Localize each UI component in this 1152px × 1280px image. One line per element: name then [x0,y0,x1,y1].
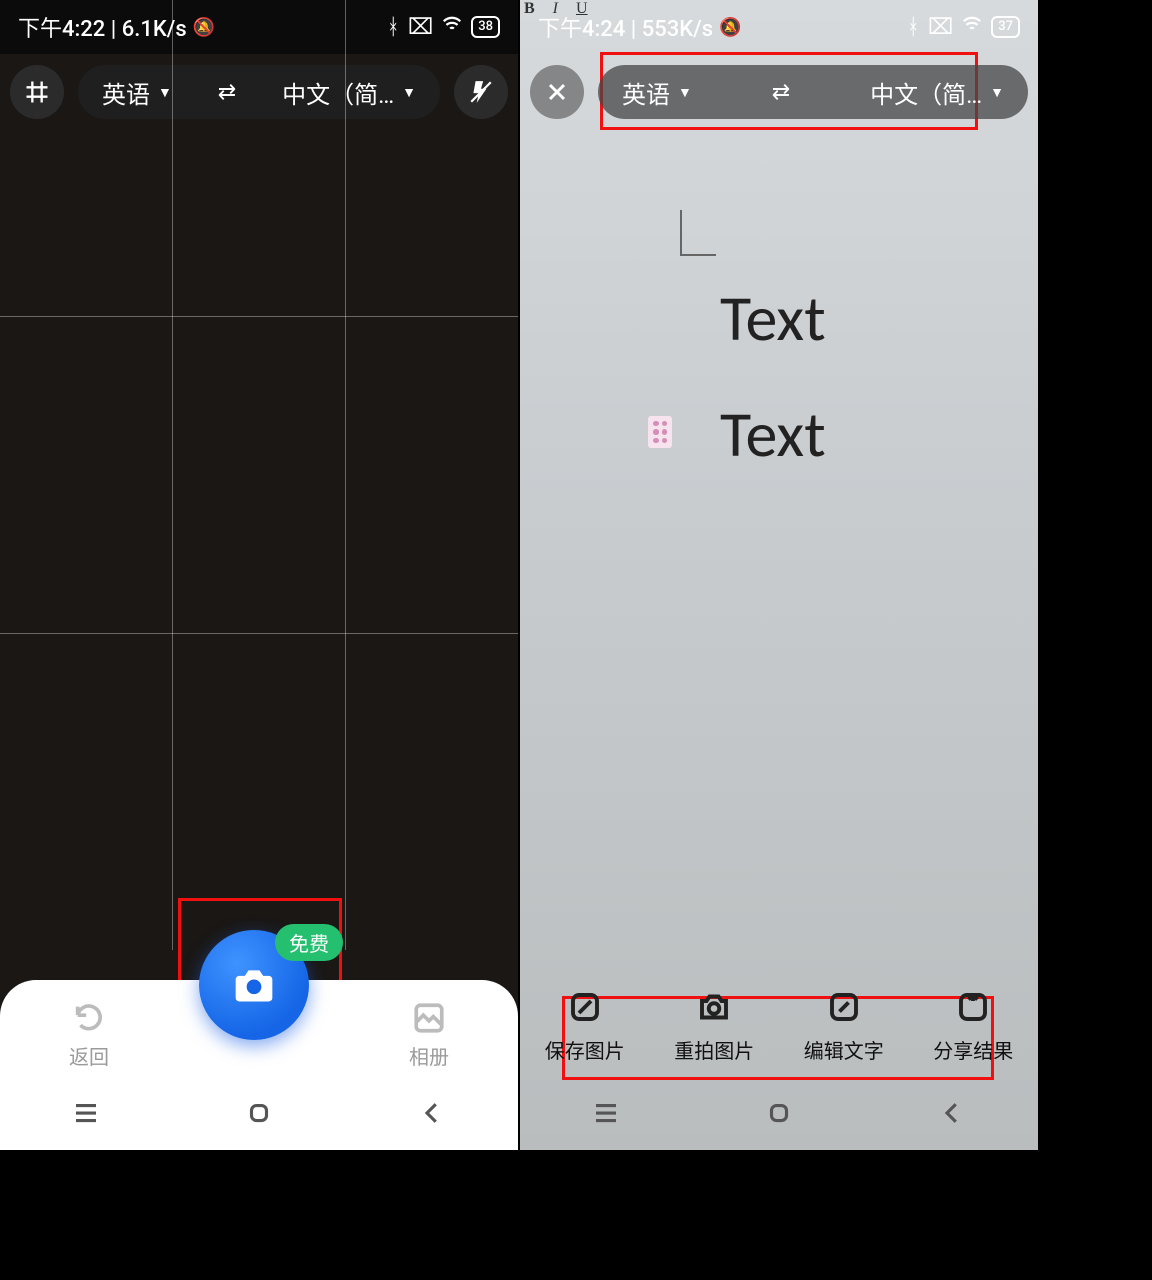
camera-grid-overlay [0,0,518,950]
screenshot-result: BIU 下午4:24 | 553K/s 🔕 ᚼ ⌧ 37 英语 ▼ ⇄ [520,0,1038,1150]
cursor-box [680,210,716,256]
retake-label: 重拍图片 [674,1035,754,1064]
system-navbar [520,1080,1038,1150]
edit-label: 编辑文字 [804,1035,884,1064]
close-button[interactable] [530,65,584,119]
chevron-down-icon: ▼ [678,84,692,101]
status-time: 下午4:22 | 6.1K/s 🔕 [18,11,215,43]
screenshot-camera: 下午4:22 | 6.1K/s 🔕 ᚼ ⌧ 38 英语 ▼ ⇄ 中文（简… ▼ [0,0,518,1150]
status-time: 下午4:24 | 553K/s 🔕 [538,11,741,43]
edit-text-button[interactable]: 编辑文字 [804,987,884,1064]
target-language-label: 中文（简… [870,75,982,110]
status-icons: ᚼ ⌧ 38 [387,13,500,41]
wifi-icon [441,13,463,41]
share-label: 分享结果 [933,1035,1013,1064]
status-bar: 下午4:22 | 6.1K/s 🔕 ᚼ ⌧ 38 [0,0,518,54]
bluetooth-icon: ᚼ [387,15,400,40]
battery-icon: 38 [471,16,500,38]
target-language[interactable]: 中文（简… ▼ [282,75,416,110]
cast-icon: ⌧ [408,15,433,40]
free-badge: 免费 [275,924,343,961]
mute-icon: 🔕 [193,17,215,38]
chevron-down-icon: ▼ [990,84,1004,101]
drag-handle-icon[interactable] [648,416,672,448]
target-language[interactable]: 中文（简… ▼ [870,75,1004,110]
chevron-down-icon: ▼ [158,84,172,101]
status-time-text: 下午4:24 | 553K/s [538,11,713,43]
save-icon [567,989,603,1025]
mute-icon: 🔕 [719,17,741,38]
source-language[interactable]: 英语 ▼ [622,75,692,110]
language-selector[interactable]: 英语 ▼ ⇄ 中文（简… ▼ [78,65,440,119]
swap-languages-button[interactable]: ⇄ [772,80,790,105]
nav-home-button[interactable] [764,1098,794,1132]
back-button[interactable]: 返回 [24,1001,154,1070]
target-language-label: 中文（简… [282,75,394,110]
captured-text-1: Text [720,280,826,358]
nav-recent-button[interactable] [71,1098,101,1132]
camera-icon [232,963,276,1007]
language-selector[interactable]: 英语 ▼ ⇄ 中文（简… ▼ [598,65,1028,119]
status-bar: 下午4:24 | 553K/s 🔕 ᚼ ⌧ 37 [520,0,1038,54]
swap-languages-button[interactable]: ⇄ [218,80,236,105]
save-label: 保存图片 [545,1035,625,1064]
result-actions: 保存图片 重拍图片 编辑文字 分享结果 [520,970,1038,1080]
system-navbar [0,1080,518,1150]
flash-toggle-button[interactable] [454,65,508,119]
status-icons: ᚼ ⌧ 37 [907,13,1020,41]
gallery-button[interactable]: 相册 [364,1001,494,1070]
nav-back-button[interactable] [417,1098,447,1132]
wifi-icon [961,13,983,41]
edit-icon [826,989,862,1025]
nav-back-button[interactable] [937,1098,967,1132]
status-time-text: 下午4:22 | 6.1K/s [18,11,187,43]
nav-recent-button[interactable] [591,1098,621,1132]
nav-home-button[interactable] [244,1098,274,1132]
share-icon [955,989,991,1025]
source-language-label: 英语 [102,75,150,110]
source-language[interactable]: 英语 ▼ [102,75,172,110]
camera-icon [696,989,732,1025]
captured-text-2: Text [720,396,826,474]
shutter-area: 免费 [199,930,319,1050]
save-image-button[interactable]: 保存图片 [545,987,625,1064]
retake-image-button[interactable]: 重拍图片 [674,987,754,1064]
battery-icon: 37 [991,16,1020,38]
source-language-label: 英语 [622,75,670,110]
result-top-bar: 英语 ▼ ⇄ 中文（简… ▼ [520,62,1038,122]
cast-icon: ⌧ [928,15,953,40]
gallery-label: 相册 [409,1041,449,1070]
back-label: 返回 [69,1041,109,1070]
chevron-down-icon: ▼ [402,84,416,101]
share-result-button[interactable]: 分享结果 [933,987,1013,1064]
grid-toggle-button[interactable] [10,65,64,119]
bluetooth-icon: ᚼ [907,15,920,40]
camera-top-bar: 英语 ▼ ⇄ 中文（简… ▼ [0,62,518,122]
